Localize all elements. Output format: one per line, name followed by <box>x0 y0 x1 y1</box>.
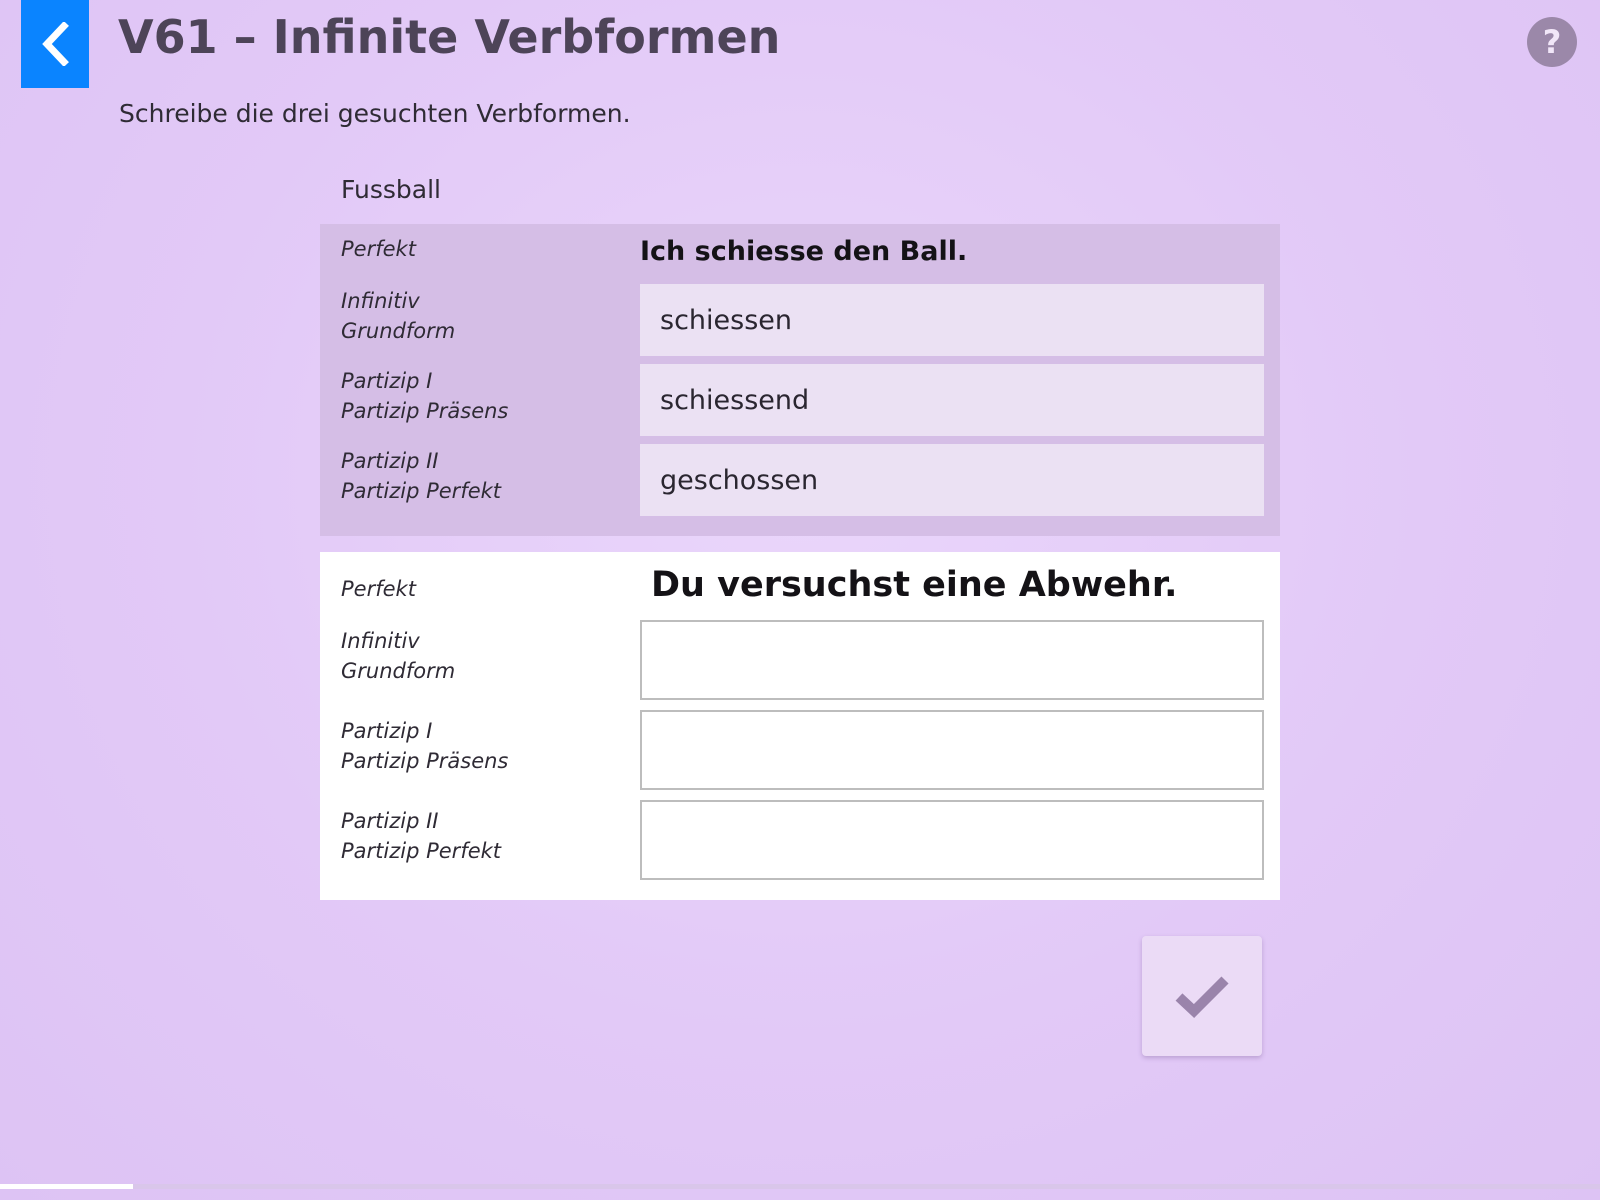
form-label-partizip-2: Partizip II Partizip Perfekt <box>341 446 501 506</box>
form-label-secondary: Partizip Perfekt <box>341 839 502 863</box>
infinitiv-input[interactable] <box>640 620 1264 700</box>
exercise-topic: Fussball <box>341 175 441 204</box>
exercise-sentence: Du versuchst eine Abwehr. <box>651 565 1178 605</box>
form-label-primary: Partizip II <box>341 809 439 833</box>
tense-label: Perfekt <box>341 237 416 261</box>
chevron-left-icon <box>42 22 69 66</box>
completed-exercise-card: Perfekt Ich schiesse den Ball. Infinitiv… <box>320 224 1280 536</box>
exercise-sentence: Ich schiesse den Ball. <box>640 236 968 267</box>
help-icon: ? <box>1542 23 1562 61</box>
form-label-partizip-2: Partizip II Partizip Perfekt <box>341 806 501 866</box>
form-label-secondary: Grundform <box>341 319 456 343</box>
form-label-primary: Partizip I <box>341 719 433 743</box>
active-exercise-card: Perfekt Du versuchst eine Abwehr. Infini… <box>320 552 1280 900</box>
form-label-primary: Partizip I <box>341 369 433 393</box>
form-label-secondary: Grundform <box>341 659 456 683</box>
form-label-infinitiv: Infinitiv Grundform <box>341 286 455 346</box>
page-title: V61 – Infinite Verbformen <box>118 10 781 64</box>
answer-partizip-1: schiessend <box>640 364 1264 436</box>
form-label-secondary: Partizip Perfekt <box>341 479 502 503</box>
partizip-2-input[interactable] <box>640 800 1264 880</box>
form-label-secondary: Partizip Präsens <box>341 399 509 423</box>
check-button[interactable] <box>1142 936 1262 1056</box>
form-label-primary: Partizip II <box>341 449 439 473</box>
form-label-primary: Infinitiv <box>341 289 420 313</box>
progress-bar-fill <box>0 1184 133 1189</box>
checkmark-icon <box>1175 976 1229 1018</box>
back-button[interactable] <box>21 0 89 88</box>
progress-bar <box>0 1184 1600 1189</box>
form-label-secondary: Partizip Präsens <box>341 749 509 773</box>
tense-label: Perfekt <box>341 577 416 601</box>
answer-infinitiv: schiessen <box>640 284 1264 356</box>
form-label-partizip-1: Partizip I Partizip Präsens <box>341 716 508 776</box>
help-button[interactable]: ? <box>1527 17 1577 67</box>
instruction-text: Schreibe die drei gesuchten Verbformen. <box>119 99 631 128</box>
form-label-primary: Infinitiv <box>341 629 420 653</box>
answer-partizip-2: geschossen <box>640 444 1264 516</box>
form-label-partizip-1: Partizip I Partizip Präsens <box>341 366 508 426</box>
partizip-1-input[interactable] <box>640 710 1264 790</box>
form-label-infinitiv: Infinitiv Grundform <box>341 626 455 686</box>
